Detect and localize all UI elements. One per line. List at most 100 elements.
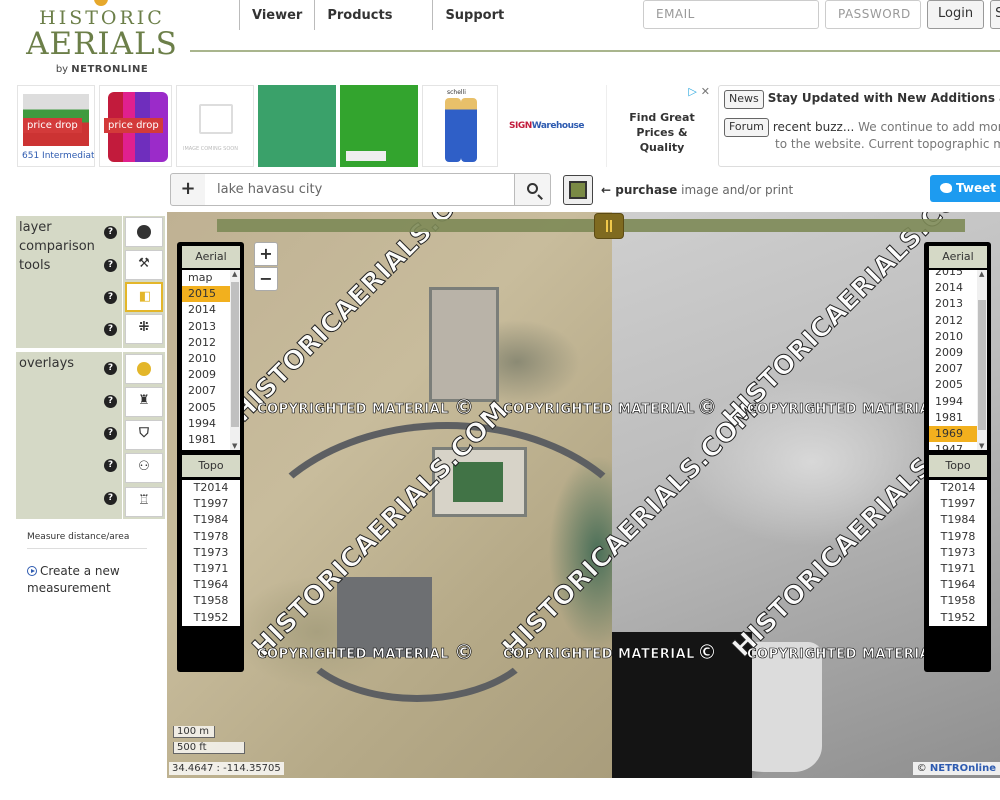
- search-button[interactable]: [514, 173, 551, 206]
- transparency-tool-button[interactable]: ⁜: [125, 314, 163, 344]
- nav-gap: [404, 0, 432, 30]
- email-field[interactable]: EMAIL: [643, 0, 819, 29]
- year-option[interactable]: T2014: [929, 480, 987, 496]
- left-aerial-year-list[interactable]: ▲ ▼ map 2015 2014 2013 2012 2010 2009 2007 2005 1…: [182, 270, 240, 450]
- ad-tile-green-vinyl[interactable]: [340, 85, 418, 167]
- overlays-panel: overlays ? ? ? ? ?: [16, 352, 122, 519]
- buzz-rest: We continue to add more: [854, 120, 1000, 134]
- forum-button[interactable]: Forum: [724, 118, 769, 137]
- swipe-tool-button[interactable]: ◧: [125, 282, 163, 312]
- help-icon[interactable]: ?: [104, 362, 117, 375]
- forum-text[interactable]: recent buzz... We continue to add more: [773, 118, 1000, 137]
- swipe-slider-handle[interactable]: [594, 213, 624, 239]
- copyright-watermark: COPYRIGHTED MATERIAL: [747, 647, 939, 663]
- year-option[interactable]: T1952: [929, 610, 987, 626]
- help-icon[interactable]: ?: [104, 395, 117, 408]
- ad-caption: 651 Intermediate: [22, 151, 95, 161]
- layer-comparison-tools-panel: layer comparison tools ? ? ? ?: [16, 216, 122, 348]
- ad-tile-placeholder[interactable]: IMAGE COMING SOON: [176, 85, 254, 167]
- ad-tile-vinyl[interactable]: price drop 651 Intermediate: [17, 85, 95, 167]
- create-measurement-link[interactable]: Create a new measurement: [27, 563, 137, 597]
- scroll-thumb[interactable]: [231, 282, 239, 427]
- year-option[interactable]: T1973: [929, 545, 987, 561]
- right-topo-year-list[interactable]: T2014 T1997 T1984 T1978 T1973 T1971 T1964 T1958…: [929, 480, 987, 626]
- building-overlay-button[interactable]: ♜: [125, 387, 163, 417]
- city-overlay-button[interactable]: ♖: [125, 487, 163, 517]
- adchoices-icon[interactable]: ▷ ✕: [688, 85, 710, 98]
- year-option[interactable]: T1973: [182, 545, 240, 561]
- parcels-overlay-button[interactable]: ⚇: [125, 453, 163, 483]
- year-option[interactable]: T1997: [929, 496, 987, 512]
- signup-button[interactable]: S: [990, 0, 1000, 29]
- nav-viewer[interactable]: Viewer: [239, 0, 314, 30]
- scroll-thumb[interactable]: [978, 300, 986, 430]
- year-option[interactable]: T1964: [182, 577, 240, 593]
- year-option[interactable]: T1984: [929, 512, 987, 528]
- left-topo-year-list[interactable]: T2014 T1997 T1984 T1978 T1973 T1971 T1964 T1958…: [182, 480, 240, 626]
- news-button[interactable]: News: [724, 90, 764, 109]
- measure-divider: [27, 548, 147, 549]
- scroll-up-icon[interactable]: ▲: [232, 270, 237, 278]
- close-circle-icon: [137, 362, 151, 376]
- ad-sign-warehouse-logo[interactable]: SIGNWarehouse: [502, 85, 602, 167]
- purchase-frame-icon: [569, 181, 587, 199]
- close-overlays-button[interactable]: [125, 354, 163, 384]
- search-input[interactable]: lake havasu city: [205, 173, 515, 206]
- year-option[interactable]: T2014: [182, 480, 240, 496]
- scroll-down-icon[interactable]: ▼: [979, 442, 984, 450]
- right-aerial-year-list[interactable]: ▲ ▼ 2015 2014 2013 2012 2010 2009 2007 2005 1994…: [929, 270, 987, 450]
- year-option[interactable]: T1997: [182, 496, 240, 512]
- year-option[interactable]: T1952: [182, 610, 240, 626]
- year-option[interactable]: T1978: [182, 529, 240, 545]
- help-icon[interactable]: ?: [104, 492, 117, 505]
- building: [429, 287, 499, 402]
- year-option[interactable]: T1978: [929, 529, 987, 545]
- zoom-out-button[interactable]: −: [254, 267, 278, 291]
- ad-close-icon[interactable]: ✕: [701, 85, 710, 98]
- nav-products[interactable]: Products: [314, 0, 404, 30]
- zoom-in-button[interactable]: +: [254, 242, 278, 266]
- copyright-symbol: ©: [697, 395, 718, 420]
- swipe-slider-track[interactable]: [217, 219, 965, 232]
- year-list-scrollbar[interactable]: ▲ ▼: [977, 270, 987, 450]
- password-field[interactable]: PASSWORD: [825, 0, 921, 29]
- ad-tile-rolls[interactable]: price drop: [99, 85, 172, 167]
- year-option[interactable]: T1971: [929, 561, 987, 577]
- year-option[interactable]: T1958: [929, 593, 987, 609]
- tweet-button[interactable]: Tweet: [930, 175, 1000, 202]
- help-icon[interactable]: ?: [104, 459, 117, 472]
- year-option[interactable]: T1958: [182, 593, 240, 609]
- scroll-down-icon[interactable]: ▼: [232, 442, 237, 450]
- year-option[interactable]: T1984: [182, 512, 240, 528]
- close-layer-tool-button[interactable]: [125, 217, 163, 247]
- hammer-tool-button[interactable]: ⚒: [125, 250, 163, 280]
- help-icon[interactable]: ?: [104, 323, 117, 336]
- year-option[interactable]: T1964: [929, 577, 987, 593]
- ad-tile-green-sheet[interactable]: [258, 85, 336, 167]
- purchase-button[interactable]: [563, 175, 593, 205]
- copyright-watermark: COPYRIGHTED MATERIAL: [747, 402, 939, 418]
- scroll-up-icon[interactable]: ▲: [979, 270, 984, 278]
- map-attribution[interactable]: © NETROnline: [912, 762, 1000, 775]
- help-icon[interactable]: ?: [104, 259, 117, 272]
- site-logo[interactable]: HISTORIC AERIALS by NETRONLINE: [22, 0, 182, 82]
- nav-support[interactable]: Support: [432, 0, 516, 30]
- logo-brand: NETRONLINE: [71, 64, 149, 75]
- ad-text[interactable]: ▷ ✕ Find Great Prices & Quality: [606, 85, 716, 167]
- news-headline[interactable]: Stay Updated with New Additions and: [768, 90, 1000, 109]
- year-list-scrollbar[interactable]: ▲ ▼: [230, 270, 240, 450]
- year-option[interactable]: T1971: [182, 561, 240, 577]
- ad-tile-bottles[interactable]: schelli: [422, 85, 498, 167]
- create-measurement-label: Create a new measurement: [27, 564, 120, 595]
- news-box: News Stay Updated with New Additions and…: [718, 85, 1000, 167]
- help-icon[interactable]: ?: [104, 291, 117, 304]
- ad-brand-logo: [346, 151, 386, 161]
- shield-overlay-button[interactable]: ⛉: [125, 420, 163, 450]
- copyright-watermark: COPYRIGHTED MATERIAL: [257, 402, 449, 418]
- map-viewer[interactable]: HISTORICAERIALS.COM HISTORICAERIALS.COM …: [167, 212, 1000, 778]
- help-icon[interactable]: ?: [104, 427, 117, 440]
- purchase-hint: ← purchase image and/or print: [601, 183, 793, 197]
- add-location-button[interactable]: +: [170, 173, 206, 206]
- help-icon[interactable]: ?: [104, 226, 117, 239]
- login-button[interactable]: Login: [927, 0, 985, 29]
